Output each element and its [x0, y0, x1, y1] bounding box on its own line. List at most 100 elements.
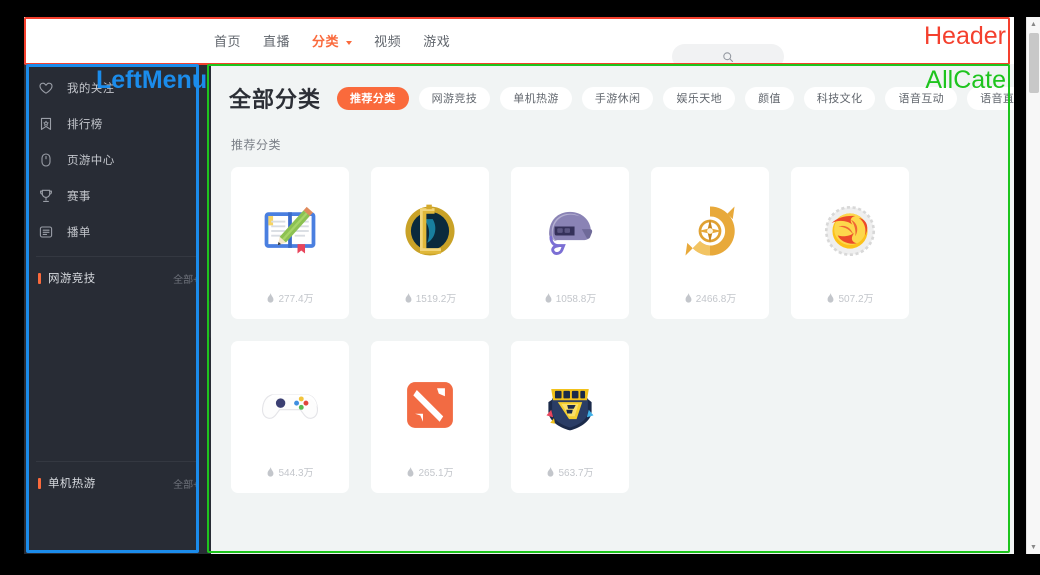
playlist-icon	[38, 224, 54, 240]
category-card[interactable]: 277.4万	[231, 167, 349, 319]
hot-count: 544.3万	[231, 464, 349, 479]
screenshot-root: 首页 直播 分类 视频 游戏 我的关注 排行榜 页游中心 赛事 播单 网游竞技 …	[0, 0, 1040, 575]
nav-item-label: 游戏	[423, 34, 451, 49]
sidebar-section-esports[interactable]: 网游竞技 全部+	[24, 263, 211, 293]
category-card[interactable]: 1519.2万	[371, 167, 489, 319]
sidebar-section-all-link[interactable]: 全部+	[173, 271, 199, 286]
category-card[interactable]: 507.2万	[791, 167, 909, 319]
sidebar-section-body	[24, 293, 211, 455]
hot-count-value: 1519.2万	[415, 294, 457, 305]
bookmark-star-icon	[38, 116, 54, 132]
tab-mobile-casual[interactable]: 手游休闲	[581, 86, 654, 110]
flame-icon	[268, 466, 274, 477]
main-content: 全部分类 推荐分类 网游竞技 单机热游 手游休闲 娱乐天地 颜值 科技文化 语音…	[211, 64, 1014, 554]
sidebar-section-body	[24, 498, 211, 554]
trophy-icon	[38, 188, 54, 204]
sidebar-divider	[36, 256, 199, 257]
mouse-icon	[38, 152, 54, 168]
main-nav: 首页 直播 分类 视频 游戏	[214, 31, 450, 50]
sidebar-item-label: 我的关注	[67, 83, 115, 95]
sidebar-section-singleplayer[interactable]: 单机热游 全部+	[24, 468, 211, 498]
hot-count: 2466.8万	[651, 290, 769, 305]
nav-item-label: 直播	[263, 34, 291, 49]
sidebar-section-all-link[interactable]: 全部+	[173, 476, 199, 491]
hot-count-value: 265.1万	[418, 468, 454, 479]
tab-recommended[interactable]: 推荐分类	[337, 86, 409, 110]
search-icon	[723, 51, 734, 62]
sidebar-item-playlist[interactable]: 播单	[24, 214, 211, 250]
hot-count: 507.2万	[791, 290, 909, 305]
category-card[interactable]: 563.7万	[511, 341, 629, 493]
hot-count: 1058.8万	[511, 290, 629, 305]
tab-beauty[interactable]: 颜值	[745, 86, 794, 110]
sidebar-item-events[interactable]: 赛事	[24, 178, 211, 214]
tab-entertainment[interactable]: 娱乐天地	[663, 86, 736, 110]
crossfire-icon	[537, 372, 603, 438]
category-header: 全部分类 推荐分类 网游竞技 单机热游 手游休闲 娱乐天地 颜值 科技文化 语音…	[211, 64, 1014, 114]
nav-item-label: 视频	[374, 34, 402, 49]
tab-esports[interactable]: 网游竞技	[418, 86, 491, 110]
hot-count-value: 544.3万	[278, 468, 314, 479]
sidebar-item-webgame[interactable]: 页游中心	[24, 142, 211, 178]
hot-count: 265.1万	[371, 464, 489, 479]
nav-item-label: 首页	[214, 34, 242, 49]
flame-icon	[405, 292, 412, 303]
hot-count-value: 1058.8万	[555, 294, 597, 305]
section-accent-bar	[38, 477, 41, 489]
nav-item-game[interactable]: 游戏	[423, 31, 450, 50]
left-sidebar: 我的关注 排行榜 页游中心 赛事 播单 网游竞技 全部+ 单机热游 全部+	[24, 64, 219, 554]
tab-voice-interaction[interactable]: 语音互动	[885, 86, 958, 110]
dota2-icon	[397, 372, 463, 438]
hot-count-value: 507.2万	[838, 294, 874, 305]
sidebar-item-label: 排行榜	[67, 119, 103, 131]
heart-icon	[38, 80, 54, 96]
sidebar-section-title: 单机热游	[48, 478, 96, 490]
flame-icon	[828, 292, 834, 303]
nav-item-video[interactable]: 视频	[374, 31, 401, 50]
category-card[interactable]: 265.1万	[371, 341, 489, 493]
nav-item-live[interactable]: 直播	[263, 31, 290, 50]
category-card-grid: 277.4万 1519.2万 1058.8万 2466.8万 507.2万 54…	[211, 153, 1014, 493]
pubg-helmet-icon	[537, 198, 603, 264]
hot-count-value: 563.7万	[558, 468, 594, 479]
scroll-down-arrow[interactable]: ▼	[1027, 540, 1040, 554]
category-card[interactable]: 1058.8万	[511, 167, 629, 319]
hot-count: 277.4万	[231, 290, 349, 305]
hot-count: 563.7万	[511, 464, 629, 479]
hot-count: 1519.2万	[371, 290, 489, 305]
lol-icon	[397, 198, 463, 264]
nav-item-label: 分类	[312, 34, 340, 49]
sidebar-item-label: 赛事	[67, 191, 91, 203]
page-title: 全部分类	[229, 87, 322, 112]
dnf-icon	[817, 198, 883, 264]
sidebar-section-title: 网游竞技	[48, 273, 96, 285]
chevron-down-icon	[346, 40, 353, 45]
tab-singleplayer[interactable]: 单机热游	[500, 86, 572, 110]
flame-icon	[408, 466, 414, 477]
scrollbar-thumb[interactable]	[1029, 33, 1039, 93]
nav-item-home[interactable]: 首页	[214, 31, 241, 50]
nav-item-category[interactable]: 分类	[312, 31, 353, 50]
scroll-up-arrow[interactable]: ▲	[1027, 17, 1040, 31]
section-accent-bar	[38, 272, 41, 284]
gamepad-icon	[257, 372, 323, 438]
hot-count-value: 277.4万	[278, 294, 314, 305]
flame-icon	[548, 466, 554, 477]
hot-count-value: 2466.8万	[695, 294, 737, 305]
flame-icon	[545, 292, 552, 303]
sidebar-item-ranking[interactable]: 排行榜	[24, 106, 211, 142]
category-card[interactable]: 2466.8万	[651, 167, 769, 319]
tab-voice-live[interactable]: 语音直播	[967, 86, 1014, 110]
tab-tech-culture[interactable]: 科技文化	[803, 86, 876, 110]
browser-page: 首页 直播 分类 视频 游戏 我的关注 排行榜 页游中心 赛事 播单 网游竞技 …	[24, 17, 1014, 554]
flame-icon	[268, 292, 274, 303]
flame-icon	[685, 292, 692, 303]
page-body: 我的关注 排行榜 页游中心 赛事 播单 网游竞技 全部+ 单机热游 全部+ 全部…	[24, 64, 1014, 554]
sidebar-item-label: 播单	[67, 227, 91, 239]
browser-scrollbar[interactable]: ▲ ▼	[1026, 17, 1040, 554]
book-pencil-icon	[257, 198, 323, 264]
section-subtitle: 推荐分类	[231, 138, 282, 152]
category-card[interactable]: 544.3万	[231, 341, 349, 493]
sidebar-item-following[interactable]: 我的关注	[24, 70, 211, 106]
sidebar-divider	[36, 461, 199, 462]
